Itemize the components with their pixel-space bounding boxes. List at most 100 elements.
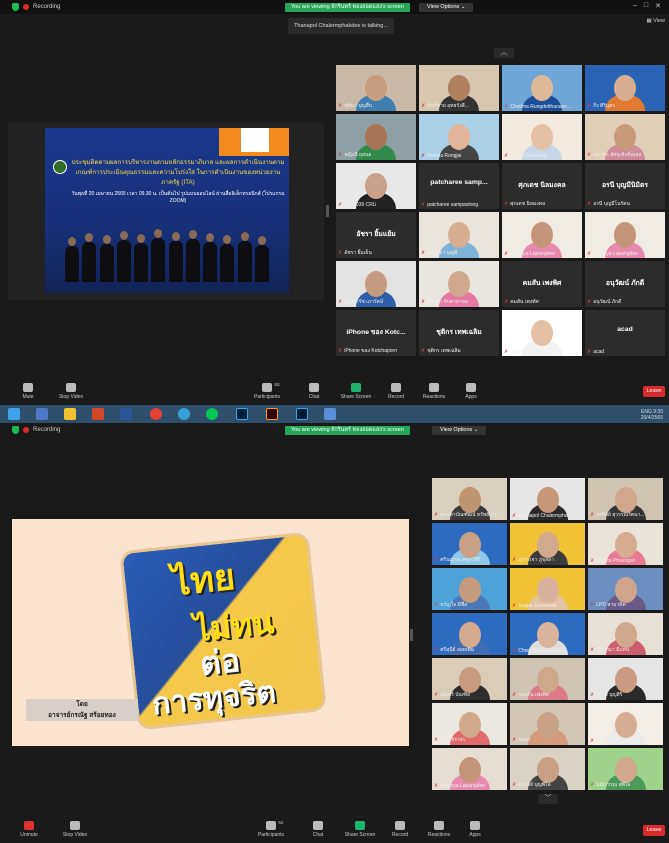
chat-button[interactable]: Chat bbox=[304, 383, 324, 400]
participant-tile[interactable]: ✗ ศรินญาณ คงสวัส์กิ bbox=[431, 522, 508, 566]
leave-button[interactable]: Leave bbox=[643, 386, 665, 397]
zoom-app-icon[interactable] bbox=[36, 408, 48, 420]
participant-name: Wanita Phuengsri bbox=[596, 558, 636, 564]
participant-tile[interactable]: อนุวัฒน์ ภักดี ✗ อนุวัฒน์ ภักดี bbox=[584, 260, 666, 308]
splitter-handle[interactable] bbox=[326, 205, 329, 217]
record-button[interactable]: Record bbox=[384, 383, 408, 400]
participant-tile[interactable]: ✗ ชนาพร อัศนุ ศักดิ์ลุเสล bbox=[584, 113, 666, 161]
participant-tile[interactable]: ✗ ชุติมา บุญสืบ bbox=[335, 64, 417, 112]
participant-name-label: ✗ ศุภาพาบัณฑัฒน์ ทรัพย์เกร... bbox=[434, 511, 501, 519]
unmute-button[interactable]: Unmute bbox=[16, 821, 42, 838]
view-options-button[interactable]: View Options ⌄ bbox=[432, 426, 487, 435]
clock-date: 20/4/2565 bbox=[640, 415, 663, 421]
participant-tile[interactable]: patcharee samp... ✗ patcharee sampastong bbox=[418, 162, 500, 210]
participant-tile[interactable]: ✗ กมลุก bbox=[509, 702, 586, 746]
participant-tile[interactable]: ✗ Prachya Lapangdee bbox=[431, 747, 508, 791]
apps-button[interactable]: Apps bbox=[465, 821, 485, 838]
mute-button[interactable]: Mute bbox=[16, 383, 40, 400]
participant-tile[interactable]: ชุติกร เทพเฉลิม ✗ ชุติกร เทพเฉลิม bbox=[418, 309, 500, 357]
participant-tile[interactable]: ✗ มณีกรรณ สุพิไล bbox=[587, 747, 664, 791]
gallery-up-chevron-icon[interactable]: ︿ bbox=[494, 48, 514, 58]
participant-tile[interactable]: ✗ บญญารัช เภารัตน์ bbox=[335, 260, 417, 308]
participant-tile[interactable]: ✗ HUSO39 CRU bbox=[335, 162, 417, 210]
participant-tile[interactable]: ✗ ชฎา จิราจร bbox=[431, 702, 508, 746]
muted-mic-icon: ✗ bbox=[434, 602, 439, 608]
participant-name: ศักดิ์ชาย อุทธรังสี... bbox=[427, 103, 469, 109]
reactions-button[interactable]: Reactions bbox=[419, 383, 449, 400]
share-screen-button[interactable]: Share Screen bbox=[342, 821, 378, 838]
participant-face bbox=[536, 532, 559, 559]
stop-video-button[interactable]: Stop Video bbox=[54, 383, 88, 400]
view-toggle[interactable]: ▦ View bbox=[646, 18, 665, 24]
reactions-button[interactable]: Reactions bbox=[424, 821, 454, 838]
participant-face bbox=[531, 124, 553, 151]
participant-tile[interactable]: ✗ Prachya Lapangdee bbox=[584, 211, 666, 259]
participant-tile[interactable]: ✗ ศักดิ์ชาย อุทธรังสี... bbox=[418, 64, 500, 112]
participant-tile[interactable]: ✗ Wanita Phuengsri bbox=[587, 522, 664, 566]
minimize-icon[interactable]: – bbox=[633, 2, 637, 10]
app-icon[interactable] bbox=[324, 408, 336, 420]
participant-tile[interactable]: ✗ ปรียา บุญสิริ bbox=[587, 657, 664, 701]
illustrator-icon[interactable] bbox=[266, 408, 278, 420]
windows-start-icon[interactable] bbox=[8, 408, 20, 420]
powerpoint-icon[interactable] bbox=[92, 408, 104, 420]
chat-button[interactable]: Chat bbox=[308, 821, 328, 838]
person-figure bbox=[82, 233, 97, 282]
participant-tile[interactable]: acad ✗ acad bbox=[584, 309, 666, 357]
participant-name: อัชยรา ทับทายาลม bbox=[427, 299, 469, 305]
participant-tile[interactable]: iPhone ของ Kotc... ✗ iPhone ของ Kotchaporn bbox=[335, 309, 417, 357]
participant-tile[interactable]: ✗ อัชยรา ทับทายาลม bbox=[418, 260, 500, 308]
record-button[interactable]: Record bbox=[388, 821, 412, 838]
participant-tile[interactable]: ✗ Chonticha Suphunsa bbox=[509, 612, 586, 656]
participant-tile[interactable]: ✗ ภู่กระเจา ภู่จุลลา bbox=[509, 522, 586, 566]
participant-tile[interactable]: ✗ กิ่ง ศิริบุตร bbox=[584, 64, 666, 112]
word-icon[interactable] bbox=[120, 408, 132, 420]
apps-button[interactable]: Apps bbox=[461, 383, 481, 400]
participant-tile[interactable]: ✗ Chotima Rungdetthanase... bbox=[501, 64, 583, 112]
participant-tile[interactable]: คมสัน เพงพิศ ✗ คมสัน เพงทัศ bbox=[501, 260, 583, 308]
photoshop-icon[interactable] bbox=[236, 408, 248, 420]
participant-tile[interactable]: ✗ ศุภาพาบัณฑัฒน์ ทรัพย์เกร... bbox=[431, 477, 508, 521]
window-controls: – □ ✕ bbox=[633, 2, 661, 10]
participant-tile[interactable]: ✗ Prachya Lapangdee bbox=[501, 211, 583, 259]
participant-tile[interactable]: ✗ ศิวาลย์ บุญพิไล bbox=[509, 747, 586, 791]
participant-tile[interactable]: ✗ หญิงนี ยุสนอ bbox=[335, 113, 417, 161]
participant-tile[interactable]: ✗ SAM bbox=[587, 702, 664, 746]
participant-tile[interactable]: ✗ Rotcha Rongjai bbox=[418, 113, 500, 161]
participant-tile[interactable]: ✗ อัณษร์ บัณฑิด bbox=[431, 657, 508, 701]
participant-tile[interactable]: ✗ Jaruda Seesung bbox=[501, 309, 583, 357]
participant-tile[interactable]: ✗ จรีรัฐณา มีแทน bbox=[587, 612, 664, 656]
participant-tile[interactable]: ✗ ศภวาลา บุญมี bbox=[418, 211, 500, 259]
participant-tile[interactable]: ✗ Jaruda Seesung bbox=[501, 113, 583, 161]
participant-tile[interactable]: ✗ ศรีสุนีย์ ลอยเพิ่ม bbox=[431, 612, 508, 656]
muted-mic-icon: ✗ bbox=[590, 692, 595, 698]
leave-button[interactable]: Leave bbox=[643, 825, 665, 836]
view-options-button[interactable]: View Options ⌄ bbox=[419, 3, 474, 12]
splitter-handle[interactable] bbox=[410, 629, 413, 641]
participant-tile[interactable]: ศุภเดช นิลมงคล ✗ ศุภเดช นิลมงคล bbox=[501, 162, 583, 210]
lightroom-icon[interactable] bbox=[296, 408, 308, 420]
edge-icon[interactable] bbox=[178, 408, 190, 420]
shield-icon[interactable] bbox=[12, 426, 19, 434]
participant-tile[interactable]: ✗ กมรกัน เพ่งพิศ bbox=[509, 657, 586, 701]
participant-tile[interactable]: ✗ LPD สามาดิค bbox=[587, 567, 664, 611]
muted-mic-icon: ✗ bbox=[512, 782, 517, 788]
participant-tile[interactable]: อรนี บุญมีนิมิตร ✗ อรนี บุญมีโนรัตน bbox=[584, 162, 666, 210]
chrome-icon[interactable] bbox=[150, 408, 162, 420]
shield-icon[interactable] bbox=[12, 3, 19, 11]
participant-tile[interactable]: ✗ Suppa Jansawan bbox=[509, 567, 586, 611]
participant-name: ศุภเดช นิลมงคล bbox=[510, 201, 546, 207]
participant-tile[interactable]: ✗ รุ่งทิพย์ สุวรรณรัตนา... bbox=[587, 477, 664, 521]
participant-tile[interactable]: ✗ ขวัญใจ มีชื่อ bbox=[431, 567, 508, 611]
maximize-icon[interactable]: □ bbox=[644, 2, 648, 10]
gallery-down-chevron-icon[interactable]: ﹀ bbox=[538, 794, 558, 804]
participant-tile[interactable]: อัชรา ยิ้มแย้ม ✗ อัชรา ยิ้มเย็น bbox=[335, 211, 417, 259]
muted-mic-icon: ✗ bbox=[504, 104, 509, 110]
file-explorer-icon[interactable] bbox=[64, 408, 76, 420]
stop-video-button[interactable]: Stop Video bbox=[58, 821, 92, 838]
participant-tile[interactable]: ✗ Thanapol Chalermpha... bbox=[509, 477, 586, 521]
close-icon[interactable]: ✕ bbox=[655, 2, 661, 10]
muted-mic-icon: ✗ bbox=[504, 153, 509, 159]
line-app-icon[interactable] bbox=[206, 408, 218, 420]
share-screen-button[interactable]: Share Screen bbox=[338, 383, 374, 400]
